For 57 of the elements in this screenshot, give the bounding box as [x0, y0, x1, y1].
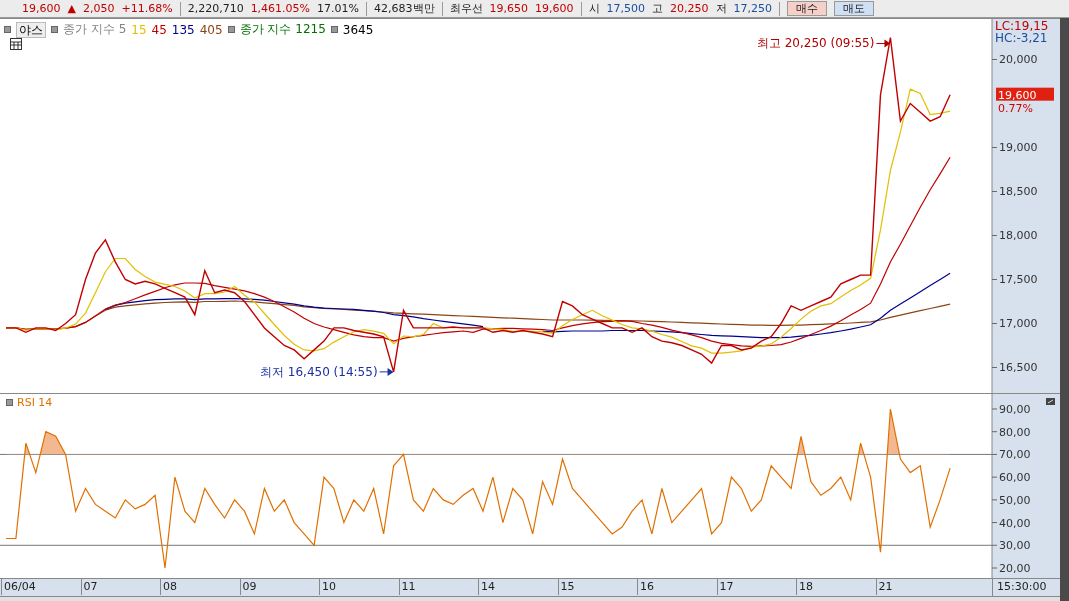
- date-label: 10: [319, 579, 336, 595]
- quote-value: 19,600: [535, 2, 574, 15]
- date-label: 11: [398, 579, 416, 595]
- date-label: 07: [80, 579, 98, 595]
- quote-value: 20,250: [670, 2, 709, 15]
- quote-value: ▲: [67, 2, 76, 15]
- axis-tick-label: 20,00: [999, 562, 1031, 575]
- quote-value: 2,220,710: [187, 2, 244, 15]
- axis-tick-label: 30,00: [999, 539, 1031, 553]
- axis-tick-label: 17,500: [999, 273, 1038, 287]
- hc-label: HC:-3,21: [995, 31, 1048, 45]
- lc-label: LC:19,15: [995, 19, 1049, 33]
- quote-value: 2,050: [82, 2, 115, 15]
- axis-tick-label: 80,00: [999, 425, 1031, 439]
- legend-label: 45: [151, 22, 167, 37]
- axis-tick-label: 50,00: [999, 493, 1031, 507]
- axis-tick-label: 17,000: [999, 317, 1038, 331]
- axis-tick-label: 18,500: [999, 185, 1038, 199]
- legend-label: 3645: [342, 22, 374, 37]
- quote-value: 19,650: [489, 2, 528, 15]
- date-label: 18: [796, 579, 813, 595]
- axis-tick-label: 90,00: [999, 403, 1031, 416]
- date-label: 09: [239, 579, 257, 595]
- date-label: 15: [557, 579, 575, 595]
- indicator-label: RSI 14: [17, 396, 53, 409]
- axis-tick-label: 16,500: [999, 361, 1038, 375]
- legend-label: 405: [199, 22, 223, 37]
- price-change: 0.77%: [998, 101, 1033, 115]
- date-label: 16: [637, 579, 654, 595]
- legend-label: 종가 지수 5: [63, 21, 127, 38]
- axis-tick-label: 18,000: [999, 229, 1038, 243]
- quote-value: 고: [652, 1, 663, 16]
- price-annotation: 최저 16,450 (14:55): [260, 364, 378, 379]
- legend-label: 종가 지수 1215: [239, 21, 326, 38]
- quote-value: 42,683백만: [374, 1, 435, 16]
- legend-label: 15: [131, 22, 147, 37]
- quote-value: 17.01%: [317, 2, 359, 15]
- quote-value: 17,500: [606, 2, 645, 15]
- quote-value: 1,461.05%: [250, 2, 311, 15]
- axis-tick-label: 60,00: [999, 471, 1031, 485]
- price-annotation: 최고 20,250 (09:55): [756, 36, 875, 51]
- quote-value: +11.68%: [121, 2, 173, 15]
- axis-tick-label: 20,000: [999, 53, 1038, 67]
- date-label: 21: [875, 579, 893, 595]
- axis-tick-label: 40,00: [999, 516, 1031, 530]
- quote-value: 시: [588, 1, 600, 16]
- date-label: 17: [716, 579, 734, 595]
- quote-value: 17,250: [733, 2, 772, 15]
- date-label: 06/04: [1, 579, 36, 595]
- legend-label: 135: [171, 22, 195, 37]
- date-label: 08: [160, 579, 177, 595]
- axis-tick-label: 70,00: [999, 448, 1031, 462]
- quote-value: 19,600: [22, 2, 61, 15]
- date-label: 14: [478, 579, 495, 595]
- quote-value: 최우선: [449, 1, 483, 16]
- quote-value: 저: [715, 1, 727, 16]
- axis-tick-label: 19,000: [999, 141, 1038, 155]
